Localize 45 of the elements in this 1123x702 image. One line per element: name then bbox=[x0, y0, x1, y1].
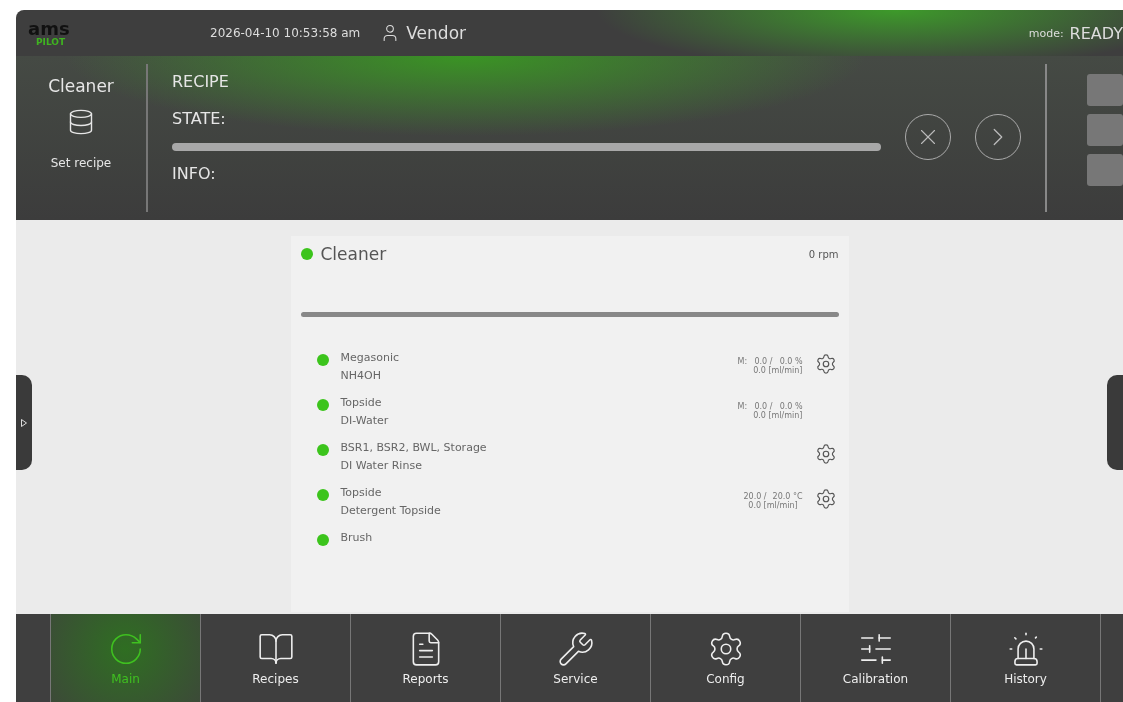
flow-value: 0.0 [ml/min] bbox=[753, 411, 803, 420]
settings-icon[interactable] bbox=[814, 443, 837, 465]
reading-value: 20.0 / bbox=[743, 492, 767, 501]
side-handle[interactable] bbox=[1107, 375, 1123, 470]
user-name: Vendor bbox=[406, 23, 467, 43]
reading-prefix: M: bbox=[737, 402, 748, 411]
flow-value: 0.0 [ml/min] bbox=[748, 501, 798, 510]
reading-setpoint: 20.0 °C bbox=[772, 492, 803, 501]
card-title: Cleaner bbox=[320, 244, 387, 264]
item-name: BSR1, BSR2, BWL, Storage bbox=[340, 441, 487, 454]
nav-tab[interactable]: Recipes bbox=[200, 614, 351, 702]
reading-prefix: M: bbox=[737, 357, 748, 366]
nav-tab[interactable]: Calibration bbox=[800, 614, 951, 702]
nav-tab[interactable]: Service bbox=[500, 614, 651, 702]
item-subtitle: DI Water Rinse bbox=[340, 459, 423, 472]
settings-icon[interactable] bbox=[814, 488, 837, 510]
reading-setpoint: 0.0 % bbox=[779, 357, 803, 366]
reading-value: 0.0 / bbox=[754, 402, 773, 411]
date-time: 2026-04-10 10:53:58 am bbox=[210, 26, 361, 40]
mode-label: mode: bbox=[1028, 26, 1064, 40]
database-icon[interactable] bbox=[67, 108, 95, 136]
set-recipe-label[interactable]: Set recipe bbox=[50, 156, 112, 170]
speed-value: 0 rpm bbox=[808, 248, 839, 260]
module-name: Cleaner bbox=[48, 76, 114, 96]
nav-tab[interactable]: Reports bbox=[350, 614, 501, 702]
item-name: Brush bbox=[340, 531, 373, 544]
item-subtitle: NH4OH bbox=[340, 369, 382, 382]
wrench-icon bbox=[556, 630, 595, 668]
recipe-label: RECIPE bbox=[172, 72, 230, 91]
reading-setpoint: 0.0 % bbox=[779, 402, 803, 411]
item-subtitle: Detergent Topside bbox=[340, 504, 441, 517]
item-name: Topside bbox=[340, 396, 383, 409]
item-subtitle: DI-Water bbox=[340, 414, 389, 427]
side-handle[interactable] bbox=[16, 375, 32, 470]
reading-value: 0.0 / bbox=[754, 357, 773, 366]
state-label: STATE: bbox=[172, 109, 227, 128]
mode-value: READY bbox=[1069, 23, 1123, 43]
flow-value: 0.0 [ml/min] bbox=[753, 366, 803, 375]
info-label: INFO: bbox=[172, 164, 217, 183]
item-name: Megasonic bbox=[340, 351, 400, 364]
settings-icon[interactable] bbox=[814, 353, 837, 375]
nav-tab[interactable]: Config bbox=[650, 614, 801, 702]
nav-tab[interactable]: History bbox=[950, 614, 1101, 702]
item-name: Topside bbox=[340, 486, 383, 499]
triangle-icon bbox=[21, 418, 27, 427]
